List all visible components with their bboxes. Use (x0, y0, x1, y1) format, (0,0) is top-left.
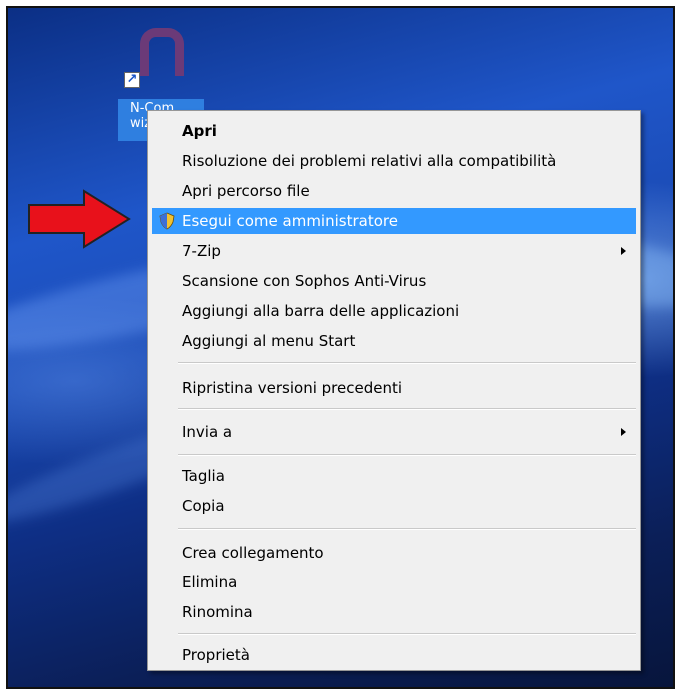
menu-separator (178, 454, 636, 456)
submenu-arrow-icon (621, 247, 626, 255)
menu-item-taglia[interactable]: Taglia (152, 463, 636, 489)
menu-item-apri[interactable]: Apri (152, 118, 636, 144)
red-arrow-icon (28, 189, 131, 249)
uac-shield-icon (159, 212, 175, 230)
n-com-logo-icon (140, 28, 184, 76)
menu-item-proprieta[interactable]: Proprietà (152, 642, 636, 668)
menu-item-ripristina-versioni[interactable]: Ripristina versioni precedenti (152, 375, 636, 401)
menu-item-elimina[interactable]: Elimina (152, 569, 636, 595)
menu-separator (178, 633, 636, 635)
menu-item-apri-percorso-file[interactable]: Apri percorso file (152, 178, 636, 204)
menu-item-crea-collegamento[interactable]: Crea collegamento (152, 540, 636, 566)
menu-item-esegui-come-amministratore[interactable]: Esegui come amministratore (152, 208, 636, 234)
menu-item-risoluzione-problemi[interactable]: Risoluzione dei problemi relativi alla c… (152, 148, 636, 174)
menu-separator (178, 362, 636, 364)
menu-item-copia[interactable]: Copia (152, 493, 636, 519)
menu-item-scansione-sophos[interactable]: Scansione con Sophos Anti-Virus (152, 268, 636, 294)
submenu-arrow-icon (621, 428, 626, 436)
menu-separator (178, 528, 636, 530)
desktop-screenshot: ↗ N-Com wiz Apri Risoluzione dei problem… (6, 6, 675, 689)
menu-separator (178, 408, 636, 410)
menu-item-invia-a[interactable]: Invia a (152, 419, 636, 445)
shortcut-arrow-icon: ↗ (124, 72, 140, 88)
menu-item-aggiungi-menu-start[interactable]: Aggiungi al menu Start (152, 328, 636, 354)
menu-item-aggiungi-barra-applicazioni[interactable]: Aggiungi alla barra delle applicazioni (152, 298, 636, 324)
context-menu: Apri Risoluzione dei problemi relativi a… (147, 110, 641, 671)
menu-item-rinomina[interactable]: Rinomina (152, 599, 636, 625)
menu-item-7-zip[interactable]: 7-Zip (152, 238, 636, 264)
